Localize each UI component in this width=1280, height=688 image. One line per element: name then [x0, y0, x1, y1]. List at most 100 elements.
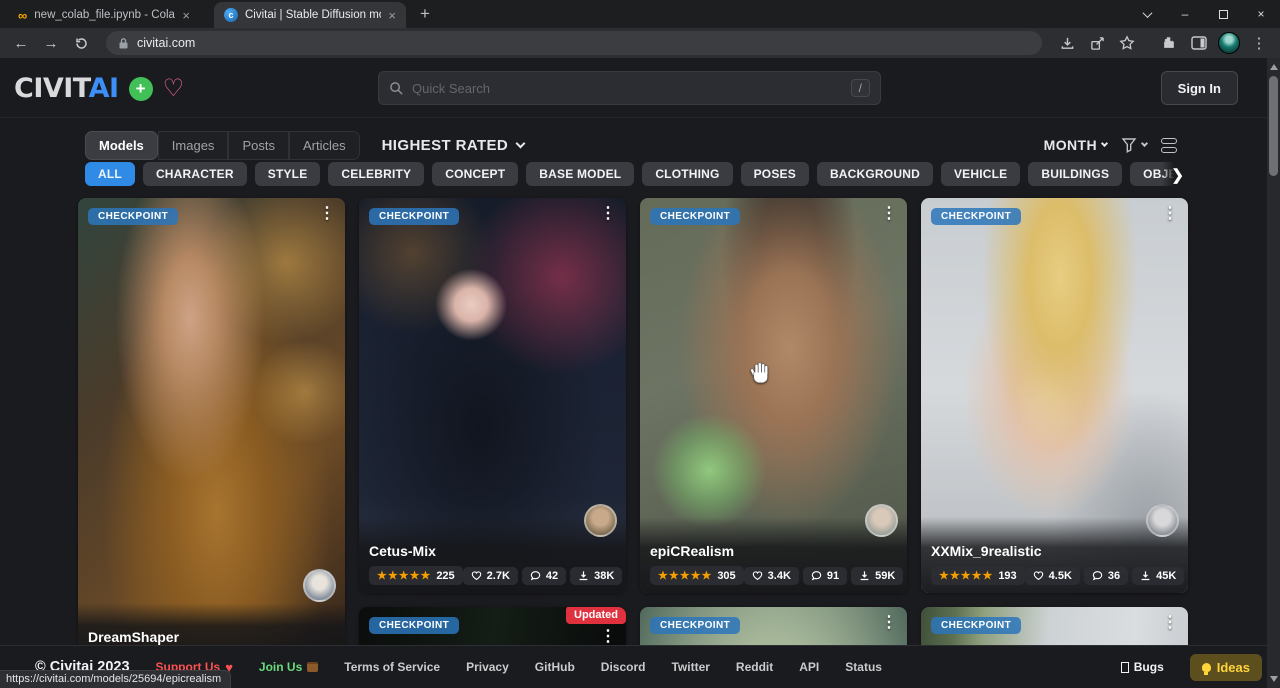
tab-posts[interactable]: Posts: [228, 131, 289, 160]
card-menu-icon[interactable]: ⋮: [881, 206, 897, 222]
category-character[interactable]: CHARACTER: [143, 162, 247, 186]
tab-close-icon[interactable]: ×: [182, 9, 190, 22]
card-menu-icon[interactable]: ⋮: [1162, 206, 1178, 222]
downloads-badge: 45K: [1132, 567, 1184, 585]
quick-search[interactable]: /: [378, 71, 881, 105]
creator-avatar[interactable]: [303, 569, 336, 602]
model-type-badge: CHECKPOINT: [88, 208, 178, 225]
creator-avatar[interactable]: [865, 504, 898, 537]
model-card-xxmix[interactable]: CHECKPOINT ⋮ XXMix_9realistic ★★★★★193 4…: [921, 198, 1188, 593]
browser-menu-icon[interactable]: ⋮: [1246, 30, 1272, 56]
content-type-tabs: Models Images Posts Articles: [85, 131, 360, 160]
search-input[interactable]: [412, 81, 843, 96]
category-concept[interactable]: CONCEPT: [432, 162, 518, 186]
logo-text-ai: AI: [89, 73, 119, 104]
mouse-cursor-hand: [750, 361, 770, 389]
model-card-epicrealism[interactable]: CHECKPOINT ⋮ epiCRealism ★★★★★305 3.4K 9…: [640, 198, 907, 593]
ideas-button[interactable]: Ideas: [1190, 654, 1262, 681]
status-bar-url: https://civitai.com/models/25694/epicrea…: [0, 670, 231, 688]
category-style[interactable]: STYLE: [255, 162, 321, 186]
funnel-icon: [1121, 137, 1137, 153]
category-vehicle[interactable]: VEHICLE: [941, 162, 1020, 186]
category-clothing[interactable]: CLOTHING: [642, 162, 732, 186]
footer-link-status[interactable]: Status: [845, 660, 882, 674]
footer-link-join-us[interactable]: Join Us: [259, 660, 318, 674]
tab-articles[interactable]: Articles: [289, 131, 360, 160]
footer-link-api[interactable]: API: [799, 660, 819, 674]
model-card-dreamshaper[interactable]: CHECKPOINT ⋮ DreamShaper: [78, 198, 345, 660]
slash-shortcut-badge: /: [851, 79, 870, 97]
browser-tab-civitai[interactable]: c Civitai | Stable Diffusion models, ×: [214, 2, 406, 28]
extensions-puzzle-icon[interactable]: [1156, 30, 1182, 56]
window-minimize-button[interactable]: –: [1166, 0, 1204, 28]
card-menu-icon[interactable]: ⋮: [319, 206, 335, 222]
model-type-badge: CHECKPOINT: [650, 208, 740, 225]
model-title: DreamShaper: [88, 629, 335, 645]
tab-models[interactable]: Models: [85, 131, 158, 160]
footer-link-reddit[interactable]: Reddit: [736, 660, 773, 674]
heart-icon: [1033, 570, 1044, 581]
category-base-model[interactable]: BASE MODEL: [526, 162, 634, 186]
scrollbar-down-arrow[interactable]: [1270, 676, 1278, 682]
card-menu-icon[interactable]: ⋮: [881, 615, 897, 631]
footer-link-terms[interactable]: Terms of Service: [344, 660, 440, 674]
download-page-icon[interactable]: [1054, 30, 1080, 56]
sort-dropdown[interactable]: HIGHEST RATED: [382, 137, 525, 154]
card-menu-icon[interactable]: ⋮: [600, 206, 616, 222]
favorites-heart-icon[interactable]: ♡: [163, 77, 185, 101]
share-icon[interactable]: [1084, 30, 1110, 56]
scrollbar-thumb[interactable]: [1269, 76, 1278, 176]
create-plus-button[interactable]: +: [129, 77, 153, 101]
footer-link-github[interactable]: GitHub: [535, 660, 575, 674]
page-scrollbar[interactable]: [1267, 58, 1280, 688]
footer-link-discord[interactable]: Discord: [601, 660, 646, 674]
tab-title: Civitai | Stable Diffusion models,: [245, 9, 381, 21]
tab-search-icon[interactable]: [1128, 0, 1166, 28]
window-close-button[interactable]: ×: [1242, 0, 1280, 28]
updated-badge: Updated: [566, 607, 626, 624]
layout-toggle-icon[interactable]: [1161, 138, 1177, 153]
likes-badge: 3.4K: [744, 567, 799, 585]
model-card-cetus-mix[interactable]: CHECKPOINT ⋮ Cetus-Mix ★★★★★225 2.7K 42 …: [359, 198, 626, 593]
download-icon: [1140, 570, 1151, 581]
filters-funnel-button[interactable]: [1121, 137, 1147, 153]
address-bar[interactable]: civitai.com: [106, 31, 1042, 55]
card-menu-icon[interactable]: ⋮: [1162, 615, 1178, 631]
category-celebrity[interactable]: CELEBRITY: [328, 162, 424, 186]
browser-profile-avatar[interactable]: [1216, 30, 1242, 56]
reload-button[interactable]: [68, 30, 94, 56]
browser-tab-colab[interactable]: ∞ new_colab_file.ipynb - Colaborat ×: [8, 2, 200, 28]
category-poses[interactable]: POSES: [741, 162, 809, 186]
back-button[interactable]: ←: [8, 30, 34, 56]
tab-images[interactable]: Images: [158, 131, 229, 160]
period-dropdown[interactable]: MONTH: [1044, 137, 1107, 153]
category-buildings[interactable]: BUILDINGS: [1028, 162, 1122, 186]
categories-scroll-next-icon[interactable]: ❯: [1162, 162, 1184, 187]
side-panel-icon[interactable]: [1186, 30, 1212, 56]
sign-in-button[interactable]: Sign In: [1161, 71, 1238, 105]
filter-row: Models Images Posts Articles HIGHEST RAT…: [85, 130, 1185, 160]
site-header: CIVITAI + ♡ / Sign In: [0, 58, 1280, 118]
model-title: XXMix_9realistic: [931, 543, 1178, 559]
category-all[interactable]: ALL: [85, 162, 135, 186]
new-tab-button[interactable]: +: [414, 4, 436, 24]
creator-avatar[interactable]: [1146, 504, 1179, 537]
card-menu-icon[interactable]: ⋮: [600, 629, 616, 645]
civitai-logo[interactable]: CIVITAI + ♡: [14, 73, 184, 104]
model-title: Cetus-Mix: [369, 543, 616, 559]
window-maximize-button[interactable]: [1204, 0, 1242, 28]
tab-close-icon[interactable]: ×: [388, 9, 396, 22]
chevron-down-icon: [516, 139, 526, 149]
scrollbar-up-arrow[interactable]: [1270, 64, 1278, 70]
forward-button[interactable]: →: [38, 30, 64, 56]
creator-avatar[interactable]: [584, 504, 617, 537]
footer-link-twitter[interactable]: Twitter: [671, 660, 709, 674]
logo-text-civit: CIVIT: [14, 73, 89, 104]
rating-badge: ★★★★★305: [650, 566, 744, 585]
model-type-badge: CHECKPOINT: [369, 208, 459, 225]
likes-badge: 4.5K: [1025, 567, 1080, 585]
footer-link-privacy[interactable]: Privacy: [466, 660, 509, 674]
bookmark-star-icon[interactable]: [1114, 30, 1140, 56]
bugs-link[interactable]: Bugs: [1121, 660, 1164, 674]
category-background[interactable]: BACKGROUND: [817, 162, 933, 186]
